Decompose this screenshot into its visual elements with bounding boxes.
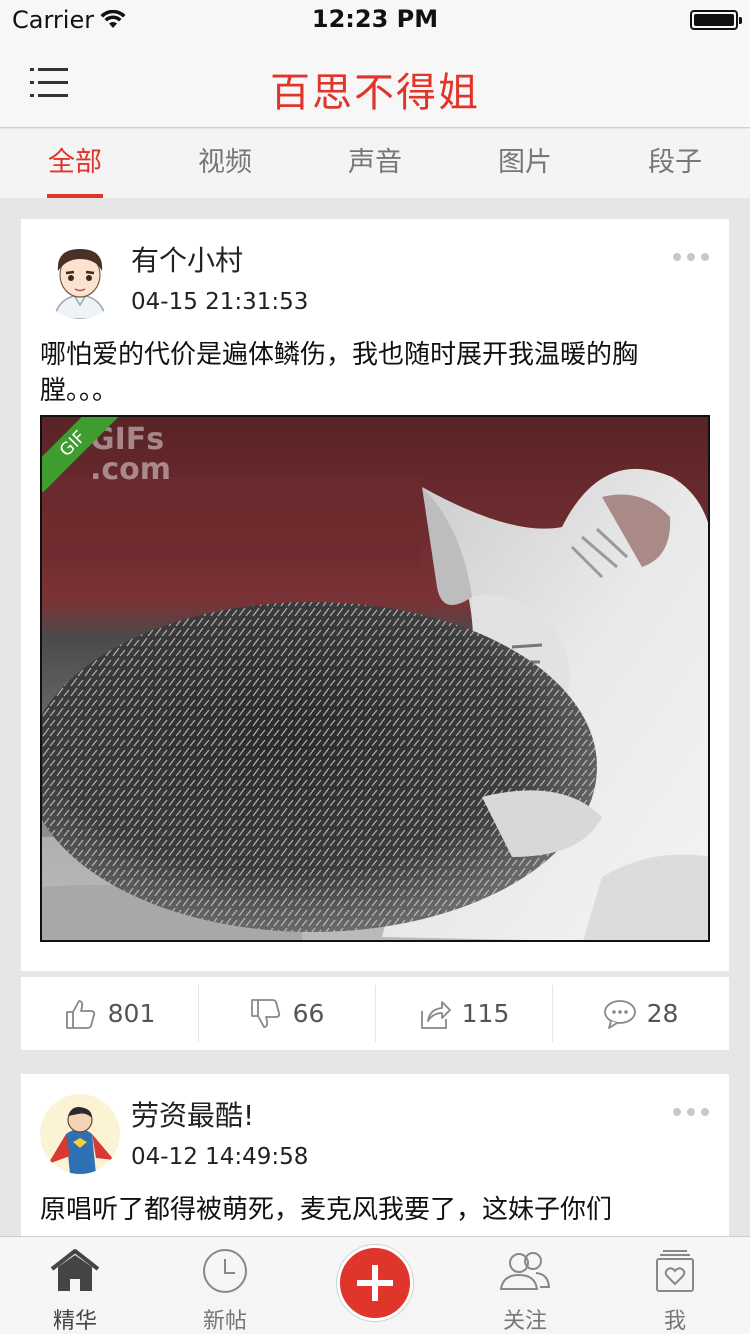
tab-video[interactable]: 视频: [150, 129, 300, 198]
tab-label: 精华: [52, 1309, 97, 1334]
tab-all[interactable]: 全部: [0, 129, 150, 198]
status-bar: Carrier 12:23 PM: [0, 0, 750, 40]
comment-button[interactable]: 28: [552, 977, 729, 1050]
share-icon: [420, 1000, 451, 1029]
more-options-icon[interactable]: [673, 253, 709, 263]
tab-label: 新帖: [202, 1309, 247, 1334]
nav-bar: 百思不得姐: [0, 40, 750, 128]
cat-hedgehog-image: [42, 417, 708, 940]
post-text: 原唱听了都得被萌死，麦克风我要了，这妹子你们: [40, 1195, 613, 1225]
share-count: 115: [461, 999, 510, 1028]
dislike-button[interactable]: 66: [198, 977, 375, 1050]
post-time: 04-12 14:49:58: [131, 1144, 309, 1170]
post-card: 有个小村 04-15 21:31:53 哪怕爱的代价是遍体鳞伤，我也随时展开我温…: [21, 219, 729, 971]
tab-essence[interactable]: 精华: [0, 1237, 150, 1334]
comment-icon: [603, 999, 636, 1029]
post-action-bar: 801 66 115 28: [21, 977, 729, 1050]
post-text: 哪怕爱的代价是遍体鳞伤，我也随时展开我温暖的胸膛。。。: [40, 340, 639, 406]
bottom-tab-bar: 精华 新帖 关注 我: [0, 1236, 750, 1334]
more-options-icon[interactable]: [673, 1108, 709, 1118]
tab-publish[interactable]: [300, 1237, 450, 1334]
tab-label: 关注: [502, 1309, 547, 1334]
post-time: 04-15 21:31:53: [131, 289, 309, 315]
people-icon: [499, 1252, 551, 1290]
tab-pictures[interactable]: 图片: [450, 129, 600, 198]
clock-icon: [203, 1249, 247, 1293]
post-media[interactable]: GIFs .com GIF: [40, 415, 710, 942]
tab-me[interactable]: 我: [600, 1237, 750, 1334]
tab-audio[interactable]: 声音: [300, 129, 450, 198]
tab-new-posts[interactable]: 新帖: [150, 1237, 300, 1334]
battery-icon: [690, 10, 742, 30]
username[interactable]: 劳资最酷!: [131, 1094, 254, 1134]
thumbs-down-icon: [250, 998, 280, 1028]
tab-follow[interactable]: 关注: [450, 1237, 600, 1334]
comment-count: 28: [646, 999, 679, 1028]
plus-icon[interactable]: [337, 1245, 413, 1321]
dislike-count: 66: [292, 999, 325, 1028]
avatar[interactable]: [40, 239, 120, 319]
clock-time: 12:23 PM: [311, 5, 439, 33]
home-icon: [50, 1249, 100, 1291]
tab-label: 我: [663, 1309, 686, 1334]
thumbs-up-icon: [65, 999, 95, 1029]
app-title: 百思不得姐: [270, 70, 480, 116]
like-count: 801: [107, 999, 156, 1028]
tab-jokes[interactable]: 段子: [600, 129, 750, 198]
category-tabs: 全部 视频 声音 图片 段子: [0, 129, 750, 198]
media-watermark: GIFs .com: [90, 422, 172, 487]
username[interactable]: 有个小村: [131, 239, 243, 279]
profile-icon: [656, 1250, 694, 1292]
avatar[interactable]: [40, 1094, 120, 1174]
share-button[interactable]: 115: [375, 977, 552, 1050]
like-button[interactable]: 801: [21, 977, 198, 1050]
